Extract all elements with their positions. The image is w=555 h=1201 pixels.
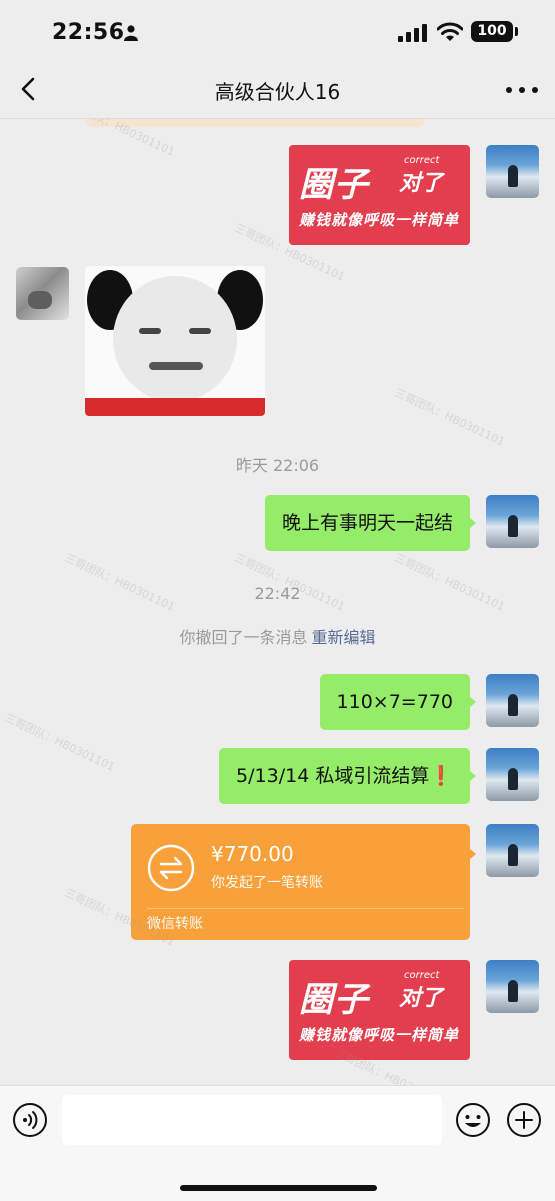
watermark: 三哥团队：HB0301101	[62, 551, 177, 614]
watermark: 三哥团队：HB0301101	[392, 551, 507, 614]
input-bar	[0, 1085, 555, 1201]
message-list[interactable]: 圈子 correct 对了 赚钱就像呼吸一样简单 昨天 22:06 晚上有事明天…	[0, 119, 555, 1085]
battery-tip	[515, 27, 518, 36]
voice-icon[interactable]	[12, 1102, 48, 1138]
sticker-big-text: 圈子	[299, 980, 369, 1020]
transfer-divider	[147, 908, 464, 909]
chat-title: 高级合伙人16	[214, 80, 341, 104]
watermark: 三哥团队：HB0301101	[2, 711, 117, 774]
my-avatar[interactable]	[486, 824, 539, 877]
my-avatar[interactable]	[486, 674, 539, 727]
recall-notice: 你撤回了一条消息 重新编辑	[0, 624, 555, 648]
my-avatar[interactable]	[486, 145, 539, 198]
text-message[interactable]: 110×7=770	[319, 674, 477, 730]
text-message[interactable]: 5/13/14 私域引流结算❗	[219, 748, 476, 804]
chat-header: 高级合伙人16	[0, 62, 555, 119]
my-avatar[interactable]	[486, 748, 539, 801]
text-message[interactable]: 晚上有事明天一起结	[264, 495, 477, 551]
person-icon	[124, 25, 138, 41]
emoji-icon[interactable]	[455, 1102, 491, 1138]
transfer-arrows-icon	[147, 844, 195, 892]
status-time: 22:56	[52, 20, 125, 45]
sticker-right-text: 对了	[399, 171, 444, 196]
transfer-card[interactable]: ¥770.00 你发起了一笔转账 微信转账	[131, 824, 476, 940]
wifi-icon	[437, 22, 463, 41]
more-icon[interactable]	[506, 84, 540, 96]
transfer-amount: ¥770.00	[211, 842, 294, 866]
home-indicator	[180, 1185, 377, 1191]
sticker-big-text: 圈子	[299, 165, 369, 205]
sticker-right-text: 对了	[399, 986, 444, 1011]
transfer-description: 你发起了一笔转账	[211, 875, 323, 891]
watermark: 三哥团队：HB0301101	[392, 386, 507, 449]
watermark: 三哥团队：HB0301101	[232, 551, 347, 614]
plus-icon[interactable]	[506, 1102, 542, 1138]
sticker-slogan: 赚钱就像呼吸一样简单	[299, 1026, 460, 1044]
message-input[interactable]	[62, 1095, 442, 1145]
sticker-message[interactable]: 圈子 correct 对了 赚钱就像呼吸一样简单	[289, 960, 470, 1060]
re-edit-link[interactable]: 重新编辑	[312, 628, 376, 647]
battery-indicator: 100	[471, 21, 513, 42]
panda-sticker[interactable]	[85, 266, 265, 416]
timestamp: 昨天 22:06	[235, 456, 320, 475]
contact-avatar[interactable]	[16, 267, 69, 320]
timestamp: 22:42	[254, 584, 301, 603]
recall-text: 你撤回了一条消息	[179, 628, 308, 647]
status-bar: 22:56 100	[0, 0, 555, 62]
my-avatar[interactable]	[486, 495, 539, 548]
previous-message-edge	[86, 119, 424, 127]
sticker-slogan: 赚钱就像呼吸一样简单	[299, 211, 460, 229]
transfer-brand: 微信转账	[147, 916, 203, 932]
sticker-message[interactable]: 圈子 correct 对了 赚钱就像呼吸一样简单	[289, 145, 470, 245]
signal-icon	[398, 24, 427, 42]
my-avatar[interactable]	[486, 960, 539, 1013]
